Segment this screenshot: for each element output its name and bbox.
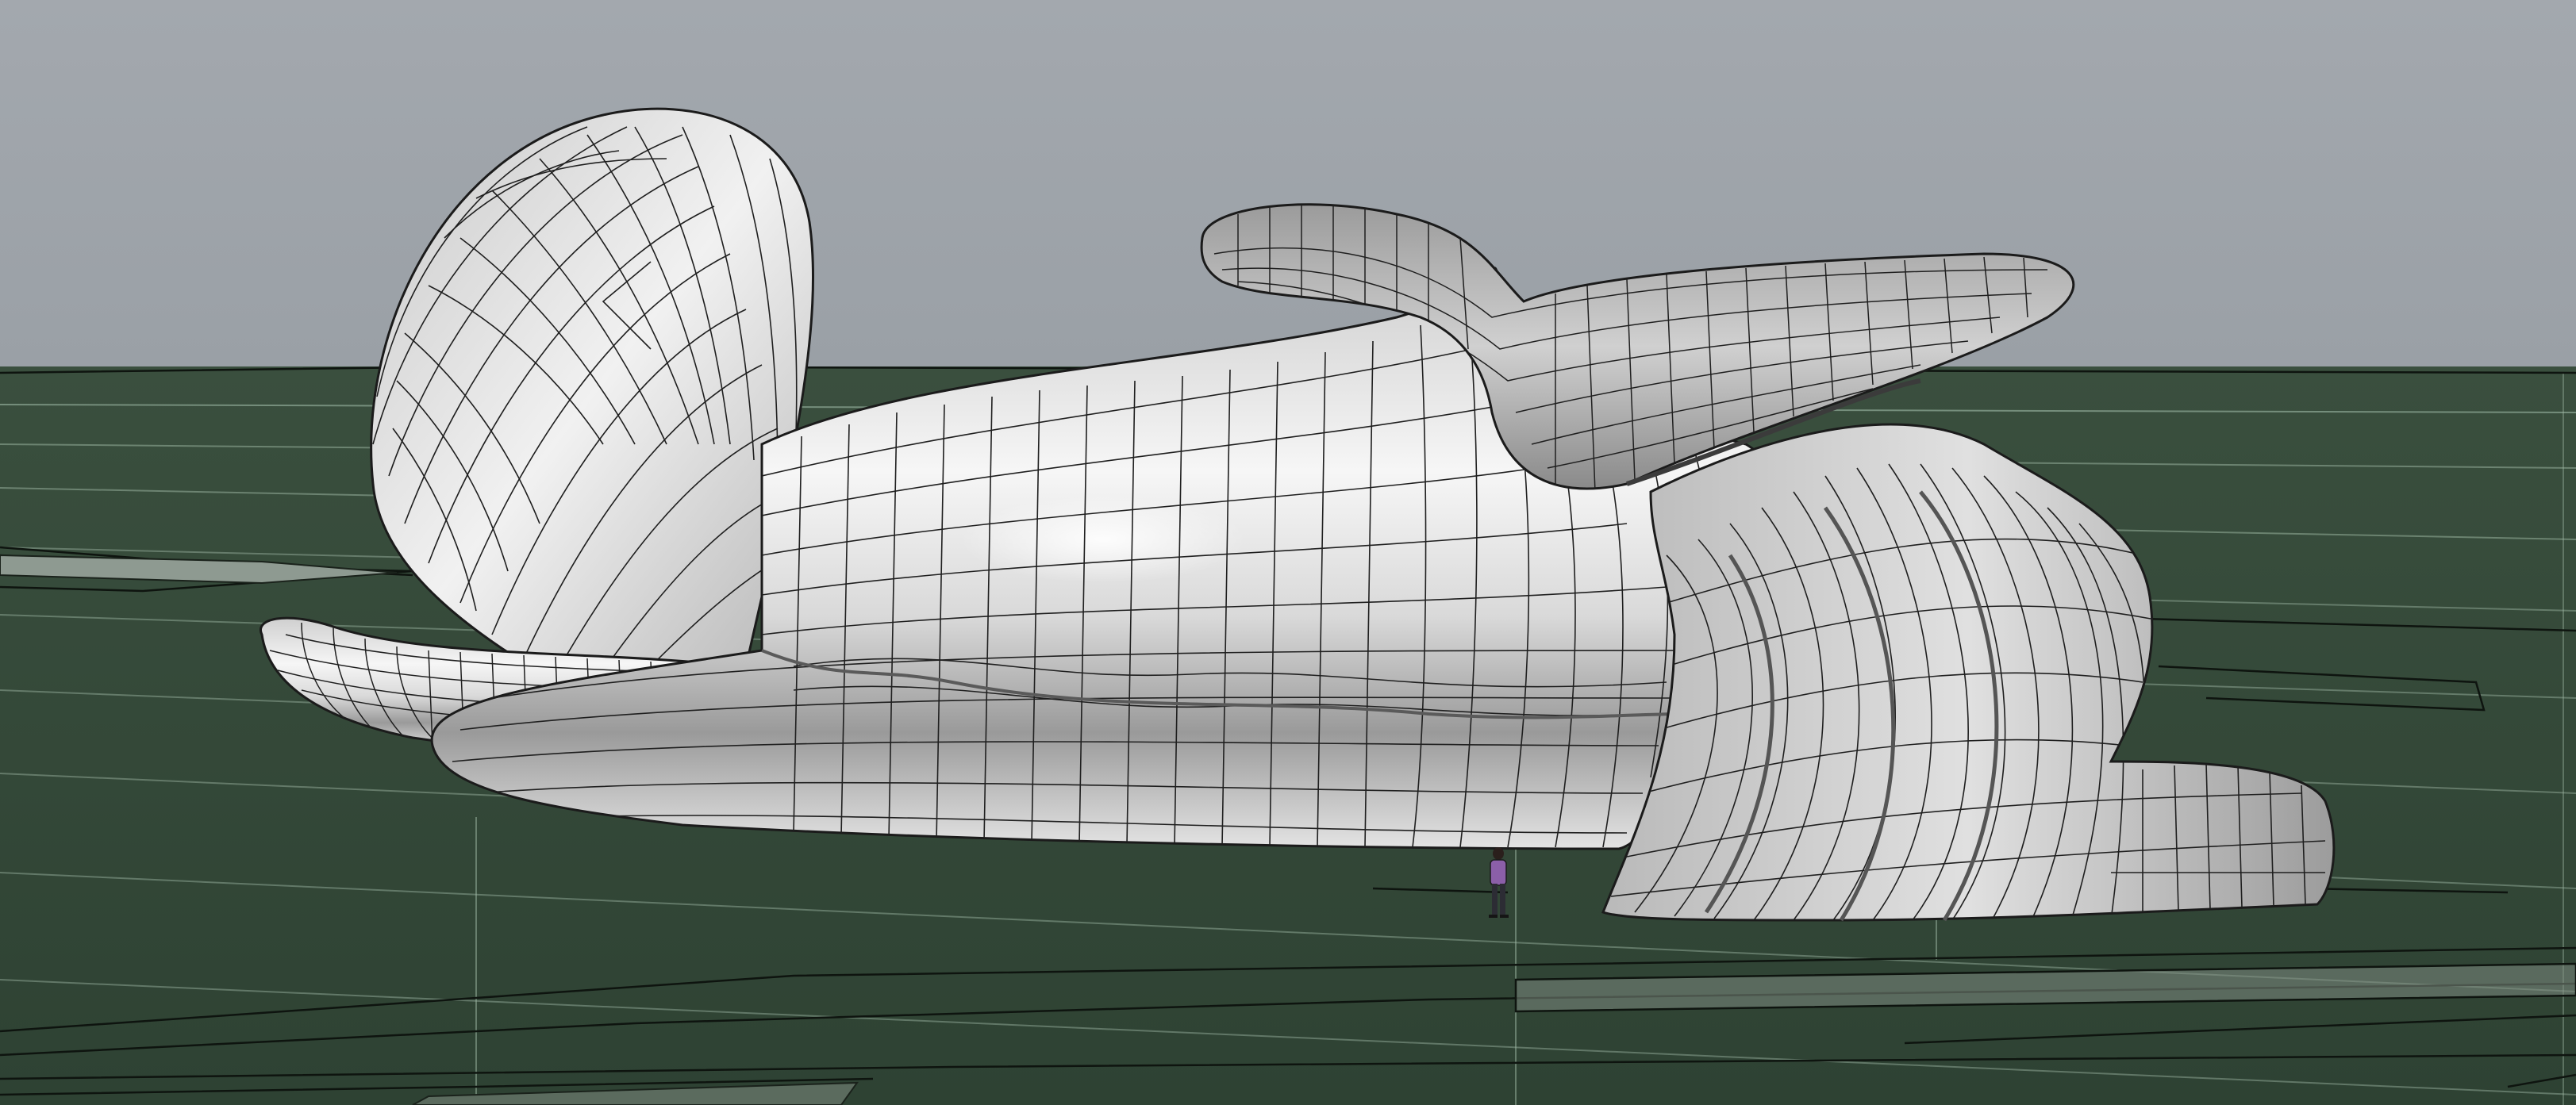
body-specular-highlight [960, 496, 1246, 583]
viewport-canvas[interactable] [0, 0, 2576, 1105]
sky-background [0, 0, 2576, 373]
3d-viewport[interactable] [0, 0, 2576, 1105]
